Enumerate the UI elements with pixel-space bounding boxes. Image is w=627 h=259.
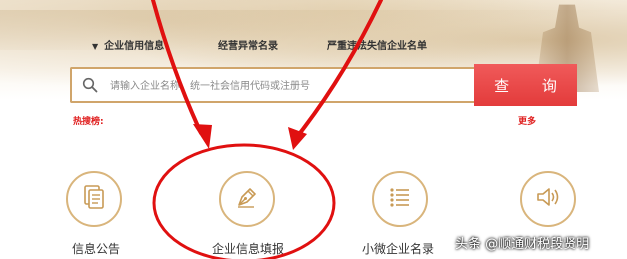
- tile-label: 小微企业名录: [362, 242, 435, 256]
- watermark-text: 头条 @顺通财税段贤明: [455, 237, 590, 252]
- tile-enterprise-info-report[interactable]: 企业信息填报: [205, 168, 295, 259]
- more-link[interactable]: 更多: [518, 114, 536, 127]
- tab-enterprise-credit[interactable]: ▼ 企业信用信息: [92, 37, 164, 52]
- document-icon: [82, 184, 106, 214]
- search-icon: [82, 77, 98, 97]
- search-tabs: ▼ 企业信用信息 经营异常名录 严重违法失信企业名单: [0, 37, 627, 53]
- list-icon: [387, 185, 413, 213]
- tile-label: 企业信息填报: [212, 242, 285, 256]
- tab-serious-violation-list[interactable]: 严重违法失信企业名单: [327, 37, 427, 52]
- tile-icon-circle: [66, 171, 122, 227]
- search-bar: [70, 67, 474, 103]
- hot-search-label: 热搜榜:: [73, 117, 104, 127]
- pen-icon: [234, 184, 260, 214]
- caret-down-icon: ▼: [92, 42, 99, 51]
- tile-icon-circle: [219, 171, 275, 227]
- tile-label: 信息公告: [72, 242, 121, 256]
- tile-small-micro-enterprise-list[interactable]: 小微企业名录: [360, 168, 450, 259]
- speaker-icon: [535, 185, 561, 213]
- search-button[interactable]: 查 询: [474, 64, 577, 106]
- search-input[interactable]: [110, 75, 460, 97]
- tile-icon-circle: [520, 171, 576, 227]
- tile-info-announcement[interactable]: 信息公告: [60, 168, 140, 259]
- tile-icon-circle: [372, 171, 428, 227]
- tab-abnormal-list[interactable]: 经营异常名录: [218, 37, 278, 52]
